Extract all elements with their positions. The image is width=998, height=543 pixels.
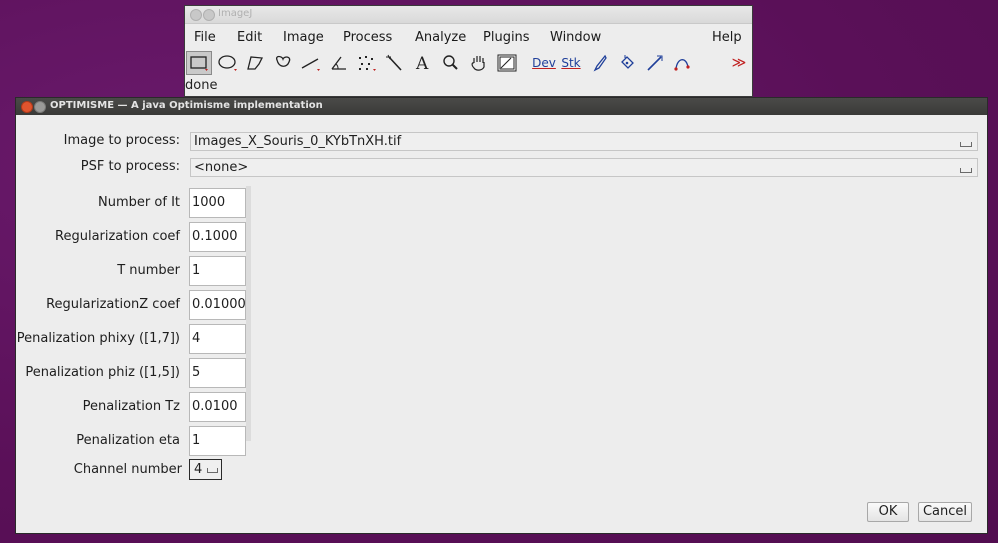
flood-fill-tool-icon[interactable]	[614, 51, 640, 75]
psf-to-process-value: <none>	[194, 160, 249, 175]
psf-to-process-select[interactable]: <none>	[190, 158, 978, 177]
regularization-coef-input[interactable]: 0.1000	[189, 222, 246, 252]
dropdown-icon	[960, 142, 972, 147]
text-tool-icon[interactable]: A	[410, 51, 436, 75]
dialog-title: OPTIMISME — A java Optimisme implementat…	[50, 100, 323, 111]
image-to-process-value: Images_X_Souris_0_KYbTnXH.tif	[194, 134, 402, 149]
t-number-label: T number	[117, 263, 180, 278]
line-tool-icon[interactable]	[298, 51, 324, 75]
image-to-process-select[interactable]: Images_X_Souris_0_KYbTnXH.tif	[190, 132, 978, 151]
menu-help[interactable]: Help	[712, 30, 742, 45]
penalization-phiz-input[interactable]: 5	[189, 358, 246, 388]
menu-process[interactable]: Process	[343, 30, 392, 45]
menu-plugins[interactable]: Plugins	[483, 30, 530, 45]
rectangle-tool-icon[interactable]	[186, 51, 212, 75]
menu-edit[interactable]: Edit	[237, 30, 262, 45]
cancel-button[interactable]: Cancel	[918, 502, 972, 522]
regularizationz-coef-label: RegularizationZ coef	[46, 297, 180, 312]
hand-tool-icon[interactable]	[466, 51, 492, 75]
polygon-tool-icon[interactable]	[242, 51, 268, 75]
menu-file[interactable]: File	[194, 30, 216, 45]
penalization-eta-input[interactable]: 1	[189, 426, 246, 456]
close-dialog-icon[interactable]	[21, 101, 33, 113]
arrow-tool-icon[interactable]	[670, 51, 696, 75]
more-tools-icon[interactable]: ≫	[726, 51, 752, 75]
menu-analyze[interactable]: Analyze	[415, 30, 466, 45]
imagej-titlebar[interactable]: ImageJ	[185, 6, 752, 24]
minimize-dialog-icon[interactable]	[34, 101, 46, 113]
penalization-tz-input[interactable]: 0.0100	[189, 392, 246, 422]
imagej-toolbar: A Dev Stk ≫	[185, 50, 752, 78]
penalization-eta-label: Penalization eta	[76, 433, 180, 448]
psf-to-process-label: PSF to process:	[80, 159, 180, 174]
freehand-tool-icon[interactable]	[270, 51, 296, 75]
number-of-it-label: Number of It	[98, 195, 180, 210]
dialog-titlebar[interactable]: OPTIMISME — A java Optimisme implementat…	[16, 98, 987, 115]
wand-tool-icon[interactable]	[382, 51, 408, 75]
penalization-phixy-input[interactable]: 4	[189, 324, 246, 354]
regularization-coef-label: Regularization coef	[55, 229, 180, 244]
stk-tool-label: Stk	[561, 56, 581, 70]
oval-tool-icon[interactable]	[215, 51, 241, 75]
stk-tool[interactable]: Stk	[558, 51, 584, 75]
field-panel-strip	[246, 186, 251, 441]
imagej-window-title: ImageJ	[218, 8, 253, 19]
close-window-icon[interactable]	[190, 9, 202, 21]
more-tools-label: ≫	[731, 55, 747, 71]
svg-text:A: A	[415, 54, 429, 72]
multipoint-tool-icon[interactable]	[354, 51, 380, 75]
magnifier-tool-icon[interactable]	[438, 51, 464, 75]
brush-tool-icon[interactable]	[587, 51, 613, 75]
channel-number-label: Channel number	[73, 462, 182, 477]
menu-image[interactable]: Image	[283, 30, 324, 45]
menu-window[interactable]: Window	[550, 30, 601, 45]
number-of-it-input[interactable]: 1000	[189, 188, 246, 218]
t-number-input[interactable]: 1	[189, 256, 246, 286]
regularizationz-coef-input[interactable]: 0.010000	[189, 290, 246, 320]
dropdown-icon	[960, 168, 972, 173]
penalization-phiz-label: Penalization phiz ([1,5])	[25, 365, 180, 380]
pencil-tool-icon[interactable]	[642, 51, 668, 75]
imagej-menubar: File Edit Image Process Analyze Plugins …	[185, 24, 752, 50]
empty-tool-slot[interactable]	[698, 51, 724, 75]
dropdown-icon	[207, 468, 218, 473]
angle-tool-icon[interactable]	[326, 51, 352, 75]
dev-tool[interactable]: Dev	[531, 51, 557, 75]
color-picker-tool-icon[interactable]	[494, 51, 520, 75]
status-text: done	[185, 78, 218, 93]
channel-number-select[interactable]: 4	[189, 459, 222, 480]
ok-button[interactable]: OK	[867, 502, 909, 522]
imagej-window: ImageJ File Edit Image Process Analyze P…	[184, 5, 753, 97]
penalization-phixy-label: Penalization phixy ([1,7])	[16, 331, 180, 346]
optimisme-dialog: OPTIMISME — A java Optimisme implementat…	[15, 97, 988, 534]
image-to-process-label: Image to process:	[63, 133, 180, 148]
dev-tool-label: Dev	[532, 56, 556, 70]
channel-number-value: 4	[194, 462, 203, 477]
penalization-tz-label: Penalization Tz	[82, 399, 180, 414]
minimize-window-icon[interactable]	[203, 9, 215, 21]
